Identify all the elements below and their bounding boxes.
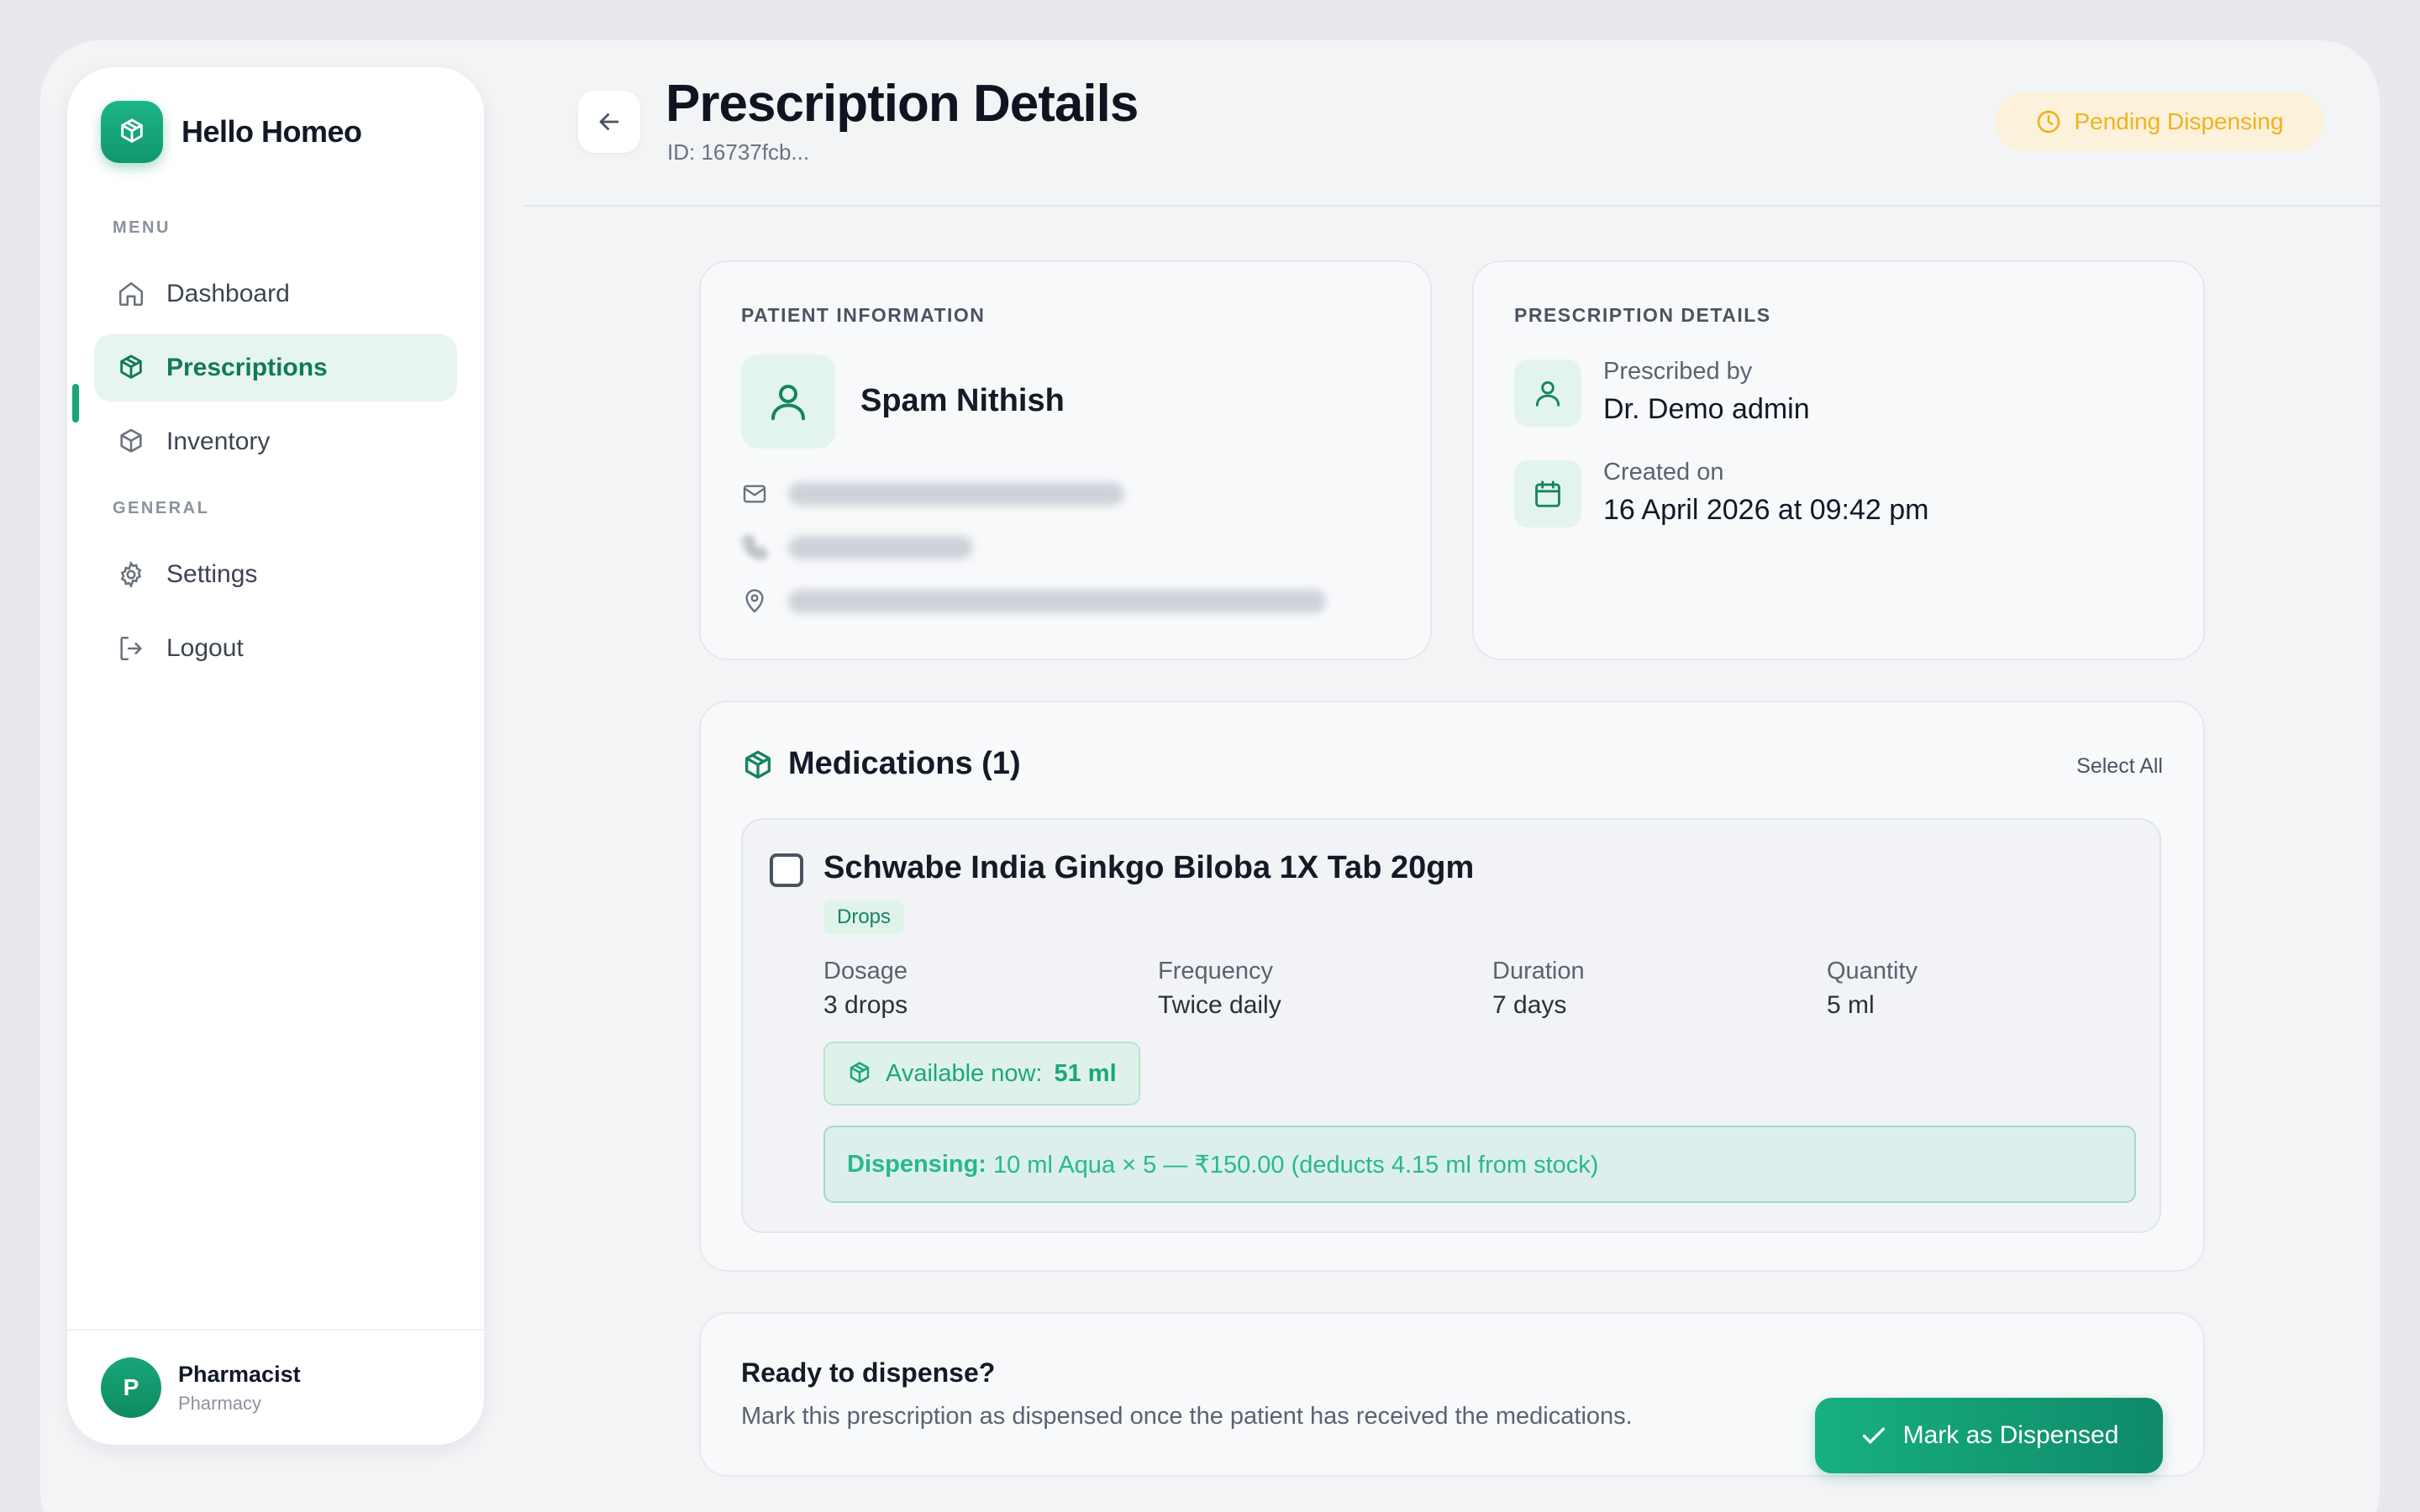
- available-label: Available now:: [886, 1059, 1043, 1087]
- sidebar-item-label: Dashboard: [166, 280, 290, 307]
- prescribed-by-value: Dr. Demo admin: [1603, 393, 1810, 425]
- brand[interactable]: Hello Homeo: [101, 101, 362, 163]
- medication-checkbox[interactable]: [770, 853, 803, 887]
- user-name: Pharmacist: [178, 1361, 301, 1387]
- dispensing-label: Dispensing:: [847, 1150, 986, 1178]
- arrow-left-icon: [599, 113, 619, 130]
- home-icon: [114, 277, 148, 311]
- mark-as-dispensed-label: Mark as Dispensed: [1902, 1421, 2119, 1449]
- available-value: 51 ml: [1054, 1059, 1117, 1087]
- prescription-section-label: PRESCRIPTION DETAILS: [1514, 304, 1771, 326]
- menu-section-label: MENU: [113, 218, 171, 237]
- gear-icon: [114, 558, 148, 591]
- dispensing-info: Dispensing: 10 ml Aqua × 5 — ₹150.00 (de…: [823, 1126, 2136, 1203]
- phone-icon: [741, 534, 768, 561]
- package-icon: [741, 749, 775, 783]
- dosage-value: 3 drops: [823, 991, 908, 1019]
- app-window: Hello Homeo MENU Dashboard Prescriptions…: [40, 40, 2380, 1512]
- page-title: Prescription Details: [666, 75, 1139, 133]
- logout-icon: [114, 632, 148, 665]
- package-icon: [114, 351, 148, 385]
- general-section-label: GENERAL: [113, 499, 210, 517]
- quantity-value: 5 ml: [1827, 991, 1875, 1019]
- sidebar-item-label: Prescriptions: [166, 354, 328, 381]
- duration-value: 7 days: [1492, 991, 1567, 1019]
- prescription-id: ID: 16737fcb...: [667, 139, 810, 165]
- status-badge: Pending Dispensing: [1995, 92, 2324, 151]
- patient-card: PATIENT INFORMATION Spam Nithish: [699, 260, 1432, 660]
- sidebar-item-dashboard[interactable]: Dashboard: [94, 260, 457, 328]
- sidebar-item-label: Logout: [166, 634, 244, 662]
- brand-name: Hello Homeo: [182, 114, 362, 149]
- medications-title: Medications (1): [788, 746, 1021, 781]
- frequency-label: Frequency: [1158, 958, 1274, 984]
- medication-name: Schwabe India Ginkgo Biloba 1X Tab 20gm: [823, 850, 1475, 885]
- active-indicator: [72, 384, 79, 423]
- availability-badge: Available now: 51 ml: [823, 1042, 1140, 1105]
- clock-icon: [2035, 108, 2062, 135]
- calendar-icon: [1514, 460, 1581, 528]
- sidebar-item-settings[interactable]: Settings: [94, 541, 457, 608]
- prescription-card: PRESCRIPTION DETAILS Prescribed by Dr. D…: [1472, 260, 2205, 660]
- sidebar-item-label: Inventory: [166, 428, 271, 455]
- status-text: Pending Dispensing: [2074, 108, 2284, 134]
- frequency-value: Twice daily: [1158, 991, 1281, 1019]
- prescribed-by-label: Prescribed by: [1603, 358, 1753, 385]
- user-role: Pharmacy: [178, 1392, 262, 1414]
- patient-phone-redacted: [788, 536, 973, 559]
- quantity-label: Quantity: [1827, 958, 1918, 984]
- sidebar: Hello Homeo MENU Dashboard Prescriptions…: [67, 67, 484, 1445]
- back-button[interactable]: [578, 91, 640, 153]
- sidebar-item-label: Settings: [166, 560, 258, 588]
- select-all-button[interactable]: Select All: [2076, 754, 2163, 779]
- user-profile[interactable]: P Pharmacist Pharmacy: [67, 1329, 484, 1445]
- check-icon: [1860, 1421, 1888, 1450]
- brand-logo-icon: [101, 101, 163, 163]
- medication-form-tag: Drops: [823, 900, 905, 934]
- dosage-label: Dosage: [823, 958, 908, 984]
- created-on-value: 16 April 2026 at 09:42 pm: [1603, 494, 1929, 526]
- dispense-title: Ready to dispense?: [741, 1357, 996, 1388]
- avatar: P: [101, 1357, 161, 1418]
- patient-name: Spam Nithish: [860, 383, 1065, 418]
- patient-avatar-icon: [741, 354, 835, 449]
- patient-section-label: PATIENT INFORMATION: [741, 304, 986, 326]
- duration-label: Duration: [1492, 958, 1585, 984]
- sidebar-item-prescriptions[interactable]: Prescriptions: [94, 334, 457, 402]
- patient-address-redacted: [788, 590, 1326, 613]
- sidebar-item-logout[interactable]: Logout: [94, 615, 457, 682]
- mark-as-dispensed-button[interactable]: Mark as Dispensed: [1815, 1398, 2163, 1473]
- sidebar-item-inventory[interactable]: Inventory: [94, 408, 457, 475]
- box-icon: [114, 425, 148, 459]
- patient-email-redacted: [788, 482, 1124, 506]
- header-divider: [524, 205, 2380, 207]
- location-pin-icon: [741, 588, 768, 615]
- doctor-icon: [1514, 360, 1581, 427]
- medication-item: Schwabe India Ginkgo Biloba 1X Tab 20gm …: [741, 818, 2161, 1233]
- medications-card: Medications (1) Select All Schwabe India…: [699, 701, 2205, 1272]
- dispense-description: Mark this prescription as dispensed once…: [741, 1403, 1633, 1430]
- dispensing-text: 10 ml Aqua × 5 — ₹150.00 (deducts 4.15 m…: [992, 1151, 1599, 1179]
- created-on-label: Created on: [1603, 459, 1724, 486]
- mail-icon: [741, 480, 768, 507]
- package-icon: [847, 1061, 872, 1086]
